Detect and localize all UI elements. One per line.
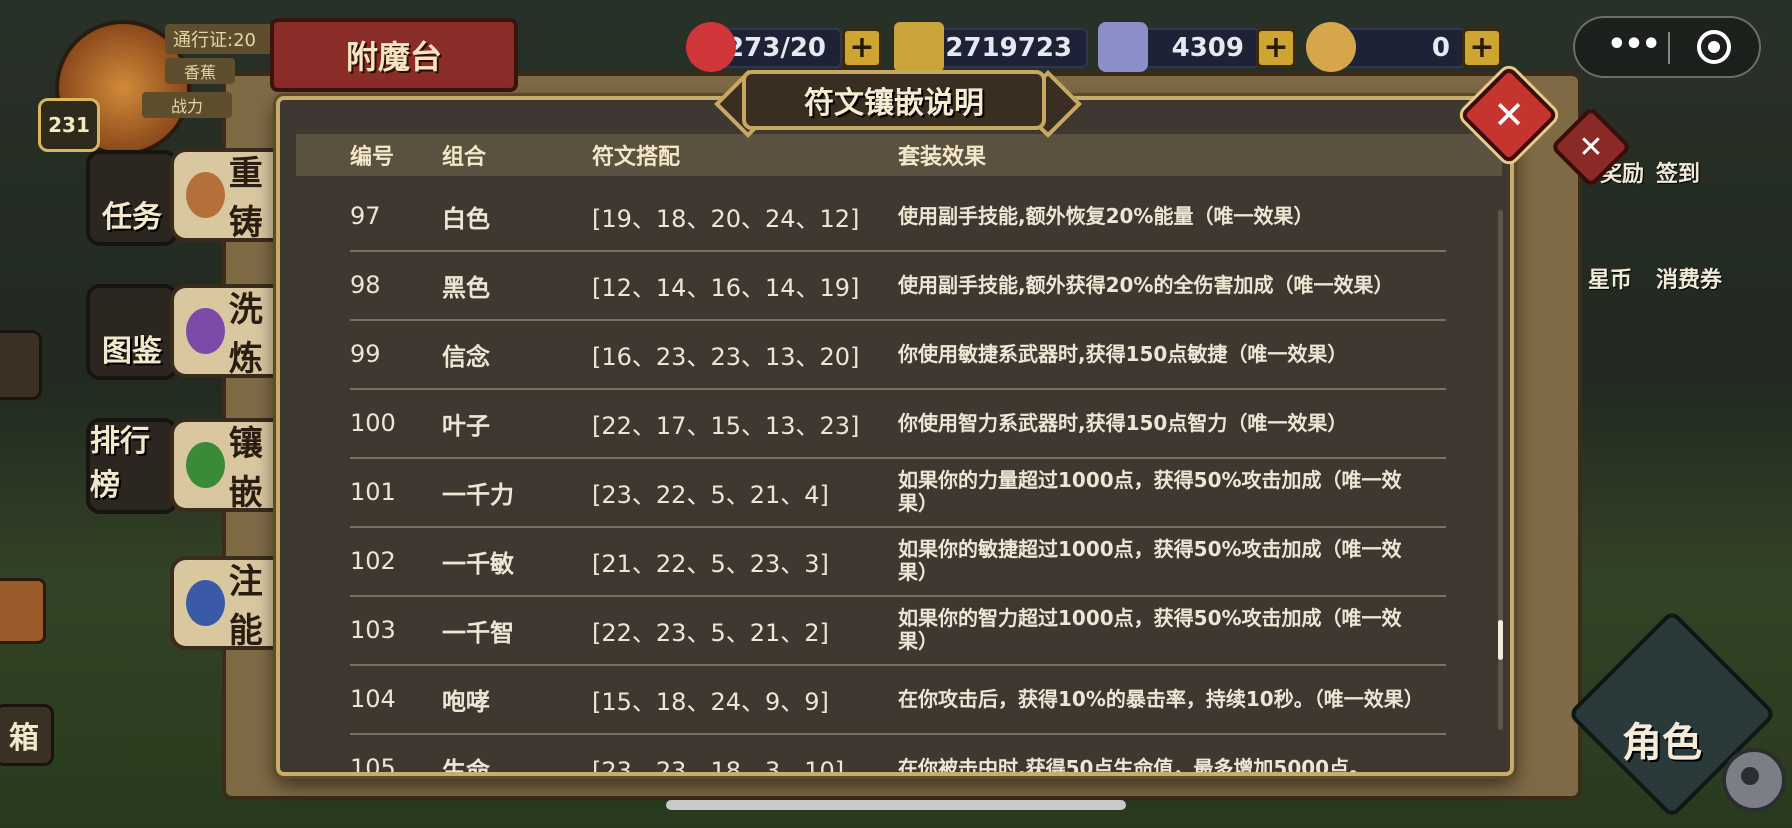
player-name: 香蕉: [165, 58, 235, 84]
row-combo: 一千智: [442, 618, 514, 647]
tab-inlay[interactable]: 镶嵌: [170, 418, 290, 513]
row-runes: [22、17、15、13、23]: [592, 411, 860, 440]
row-id: 100: [350, 409, 396, 437]
tab-reforge[interactable]: 重铸: [170, 148, 290, 243]
header-runes: 符文搭配: [592, 145, 681, 170]
nav-quest-button[interactable]: 任务: [86, 150, 178, 246]
capsule-divider: [1668, 32, 1670, 64]
row-effect: 如果你的力量超过1000点，获得50%攻击加成（唯一效果）: [898, 468, 1402, 515]
row-id: 97: [350, 202, 381, 230]
table-row: 105 生命 [23、23、18、3、10] 在你被击中时,获得50点生命值，最…: [350, 734, 1446, 776]
nav-ranking-button[interactable]: 排行榜: [86, 418, 178, 514]
table-row: 98 黑色 [12、14、16、14、19] 使用副手技能,额外获得20%的全伤…: [350, 251, 1446, 321]
table-row: 103 一千智 [22、23、5、21、2] 如果你的智力超过1000点，获得5…: [350, 596, 1446, 666]
row-runes: [19、18、20、24、12]: [592, 204, 860, 233]
row-runes: [21、22、5、23、3]: [592, 549, 829, 578]
row-effect: 你使用智力系武器时,获得150点智力（唯一效果）: [898, 410, 1348, 435]
header-effect: 套装效果: [898, 145, 987, 170]
row-id: 102: [350, 547, 396, 575]
crystal-icon: [1098, 22, 1148, 72]
row-combo: 一千敏: [442, 549, 514, 578]
tab-infuse[interactable]: 注能: [170, 556, 290, 651]
row-combo: 生命: [442, 756, 490, 776]
nav-codex-label: 图鉴: [102, 334, 162, 369]
nav-quest-label: 任务: [102, 200, 162, 235]
left-edge-tab[interactable]: [0, 330, 42, 400]
coupon-button[interactable]: 消费券: [1656, 262, 1722, 294]
add-crystals-button[interactable]: +: [1256, 28, 1296, 68]
gear-icon[interactable]: [1722, 748, 1786, 812]
level-badge: 231: [38, 98, 100, 152]
row-combo: 一千力: [442, 480, 514, 509]
scrollbar-thumb[interactable]: [1498, 620, 1503, 660]
role-label: 角色: [1622, 720, 1702, 766]
row-effect: 使用副手技能,额外获得20%的全伤害加成（唯一效果）: [898, 272, 1394, 297]
table-row: 100 叶子 [22、17、15、13、23] 你使用智力系武器时,获得150点…: [350, 389, 1446, 459]
add-moons-button[interactable]: +: [1462, 28, 1502, 68]
row-effect: 如果你的敏捷超过1000点，获得50%攻击加成（唯一效果）: [898, 537, 1402, 584]
close-icon: ✕: [1578, 129, 1604, 165]
row-id: 104: [350, 685, 396, 713]
row-runes: [23、22、5、21、4]: [592, 480, 829, 509]
modal-title: 符文镶嵌说明: [742, 70, 1046, 130]
signin-button[interactable]: 签到: [1656, 156, 1700, 188]
close-target-icon[interactable]: [1697, 30, 1731, 64]
row-runes: [16、23、23、13、20]: [592, 342, 860, 371]
table-row: 97 白色 [19、18、20、24、12] 使用副手技能,额外恢复20%能量（…: [350, 182, 1446, 252]
bottom-left-button[interactable]: 箱: [0, 704, 54, 766]
table-row: 99 信念 [16、23、23、13、20] 你使用敏捷系武器时,获得150点敏…: [350, 320, 1446, 390]
nav-codex-button[interactable]: 图鉴: [86, 284, 178, 380]
row-combo: 白色: [442, 204, 490, 233]
row-runes: [22、23、5、21、2]: [592, 618, 829, 647]
row-combo: 咆哮: [442, 687, 490, 716]
rune-inlay-modal: 编号 组合 符文搭配 套装效果 97 白色 [19、18、20、24、12] 使…: [276, 96, 1514, 776]
row-combo: 信念: [442, 342, 490, 371]
row-id: 105: [350, 754, 396, 776]
row-combo: 叶子: [442, 411, 490, 440]
heart-icon: [686, 22, 736, 72]
tab-refine[interactable]: 洗炼: [170, 284, 290, 379]
refine-icon: [186, 308, 225, 354]
inlay-icon: [186, 442, 225, 488]
row-id: 99: [350, 340, 381, 368]
star-coin-button[interactable]: 星币: [1588, 262, 1632, 294]
table-header: 编号 组合 符文搭配 套装效果: [296, 134, 1502, 176]
table-row: 102 一千敏 [21、22、5、23、3] 如果你的敏捷超过1000点，获得5…: [350, 527, 1446, 597]
power-label: 战力: [142, 92, 232, 118]
row-effect: 你使用敏捷系武器时,获得150点敏捷（唯一效果）: [898, 341, 1348, 366]
row-effect: 如果你的智力超过1000点，获得50%攻击加成（唯一效果）: [898, 606, 1402, 653]
nav-ranking-label: 排行榜: [90, 424, 150, 503]
header-id: 编号: [350, 145, 395, 170]
star-icon: [894, 22, 944, 72]
table-row: 101 一千力 [23、22、5、21、4] 如果你的力量超过1000点，获得5…: [350, 458, 1446, 528]
page-title: 附魔台: [270, 18, 518, 92]
row-effect: 在你被击中时,获得50点生命值，最多增加5000点。: [898, 755, 1370, 776]
row-runes: [23、23、18、3、10]: [592, 756, 845, 776]
row-id: 98: [350, 271, 381, 299]
more-icon[interactable]: •••: [1603, 30, 1663, 62]
reforge-icon: [186, 172, 225, 218]
row-effect: 在你攻击后，获得10%的暴击率，持续10秒。（唯一效果）: [898, 686, 1424, 711]
add-stamina-button[interactable]: +: [842, 28, 882, 68]
row-id: 103: [350, 616, 396, 644]
close-icon: ✕: [1493, 93, 1525, 137]
moon-icon: [1306, 22, 1356, 72]
row-effect: 使用副手技能,额外恢复20%能量（唯一效果）: [898, 203, 1314, 228]
table-row: 104 咆哮 [15、18、24、9、9] 在你攻击后，获得10%的暴击率，持续…: [350, 665, 1446, 735]
row-runes: [12、14、16、14、19]: [592, 273, 860, 302]
chest-icon[interactable]: [0, 578, 46, 644]
home-indicator[interactable]: [666, 800, 1126, 810]
mini-program-capsule: •••: [1573, 16, 1761, 78]
row-id: 101: [350, 478, 396, 506]
header-combo: 组合: [442, 145, 487, 170]
row-combo: 黑色: [442, 273, 490, 302]
row-runes: [15、18、24、9、9]: [592, 687, 829, 716]
infuse-icon: [186, 580, 225, 626]
